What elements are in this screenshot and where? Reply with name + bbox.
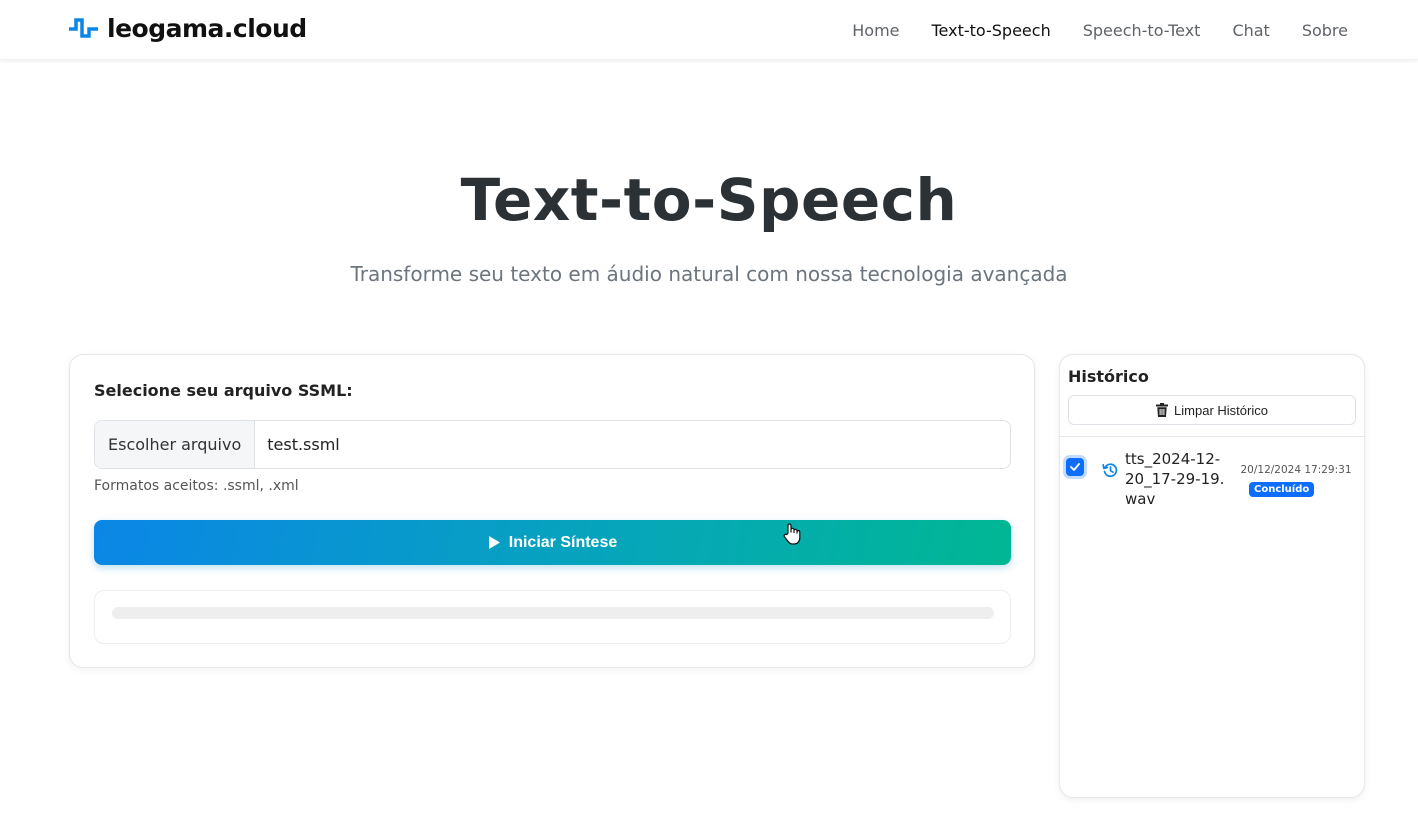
brand-link[interactable]: leogama.cloud bbox=[68, 13, 307, 43]
file-label: Selecione seu arquivo SSML: bbox=[94, 381, 353, 400]
file-input[interactable]: Escolher arquivo test.ssml bbox=[94, 420, 1011, 469]
page-subtitle: Transforme seu texto em áudio natural co… bbox=[350, 262, 1068, 286]
play-icon bbox=[488, 536, 500, 549]
nav-links: Home Text-to-Speech Speech-to-Text Chat … bbox=[852, 0, 1348, 60]
selected-file-name: test.ssml bbox=[267, 435, 340, 454]
history-divider bbox=[1060, 436, 1364, 437]
history-restore-icon[interactable] bbox=[1102, 462, 1118, 478]
status-badge: Concluído bbox=[1249, 482, 1315, 497]
history-file-name: tts_2024-12-20_17-29-19.wav bbox=[1125, 450, 1225, 508]
history-title: Histórico bbox=[1068, 367, 1149, 386]
navbar: leogama.cloud Home Text-to-Speech Speech… bbox=[0, 0, 1418, 60]
accepted-formats-hint: Formatos aceitos: .ssml, .xml bbox=[94, 478, 299, 494]
history-item-checkbox[interactable] bbox=[1066, 458, 1084, 476]
history-date: 20/12/2024 17:29:31 bbox=[1240, 464, 1352, 476]
nav-chat[interactable]: Chat bbox=[1232, 21, 1269, 40]
clear-history-button[interactable]: Limpar Histórico bbox=[1068, 395, 1356, 425]
nav-text-to-speech[interactable]: Text-to-Speech bbox=[932, 21, 1051, 40]
nav-speech-to-text[interactable]: Speech-to-Text bbox=[1083, 21, 1201, 40]
nav-home[interactable]: Home bbox=[852, 21, 899, 40]
nav-sobre[interactable]: Sobre bbox=[1302, 21, 1348, 40]
synthesis-card: Selecione seu arquivo SSML: Escolher arq… bbox=[69, 354, 1035, 668]
brand-name: leogama.cloud bbox=[107, 13, 307, 43]
checkmark-icon bbox=[1070, 463, 1080, 471]
history-item[interactable]: tts_2024-12-20_17-29-19.wav 20/12/2024 1… bbox=[1060, 447, 1364, 511]
progress-bar bbox=[112, 607, 994, 619]
page-title: Text-to-Speech bbox=[460, 166, 958, 234]
start-synthesis-label: Iniciar Síntese bbox=[508, 533, 618, 551]
hand-cursor-icon bbox=[783, 523, 801, 545]
start-synthesis-button[interactable]: Iniciar Síntese bbox=[94, 520, 1011, 565]
trash-icon bbox=[1156, 403, 1169, 417]
pulse-wave-icon bbox=[69, 18, 98, 38]
history-panel: Histórico Limpar Histórico tts_2024-12-2… bbox=[1059, 354, 1365, 798]
clear-history-label: Limpar Histórico bbox=[1174, 402, 1268, 418]
choose-file-button[interactable]: Escolher arquivo bbox=[95, 421, 256, 468]
progress-container bbox=[94, 590, 1011, 644]
